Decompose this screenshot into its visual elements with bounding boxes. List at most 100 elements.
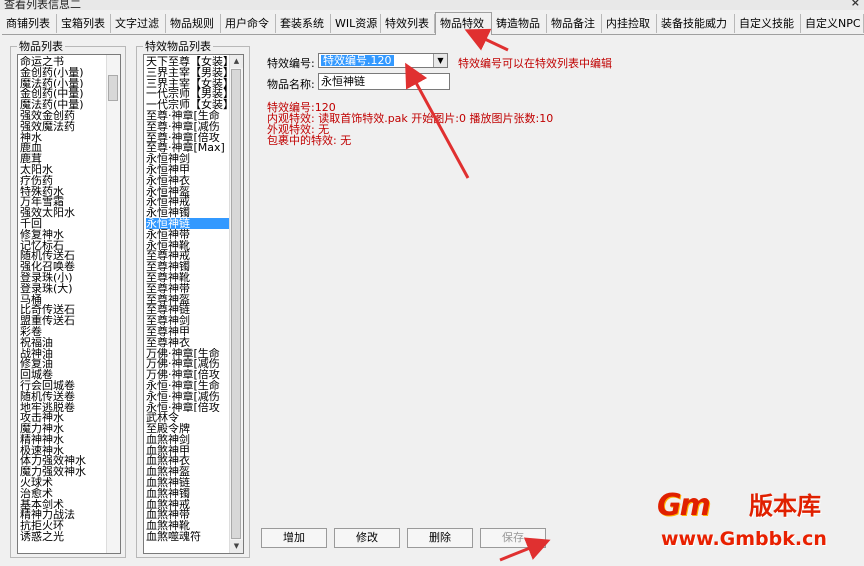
- list-item[interactable]: 永恒神带: [146, 229, 229, 240]
- list-item[interactable]: 血煞神戒: [146, 499, 229, 510]
- list-item[interactable]: 三界主宰【女装】: [146, 78, 229, 89]
- list-item[interactable]: 行会回城卷: [20, 380, 106, 391]
- list-item[interactable]: 武林令: [146, 412, 229, 423]
- tab-shop-list[interactable]: 商铺列表: [2, 14, 57, 33]
- item-list-scroll-thumb[interactable]: [108, 75, 118, 101]
- list-item[interactable]: 至尊神戒: [146, 250, 229, 261]
- effect-no-combobox[interactable]: 特效编号.120 ▼: [318, 53, 448, 68]
- tab-text-filter[interactable]: 文字过滤: [111, 14, 166, 33]
- list-item[interactable]: 记忆标石: [20, 240, 106, 251]
- chevron-down-icon[interactable]: ▼: [433, 54, 447, 67]
- list-item[interactable]: 万佛·神章[生命: [146, 348, 229, 359]
- item-listbox[interactable]: 命运之书 金创药(小量) 魔法药(小量) 金创药(中量) 魔法药(中量) 强效金创药 强效魔…: [17, 54, 121, 554]
- list-item[interactable]: 万佛·神章[减伤: [146, 358, 229, 369]
- tab-item-notes[interactable]: 物品备注: [547, 14, 602, 33]
- list-item[interactable]: 鹿血: [20, 142, 106, 153]
- list-item[interactable]: 疗伤药: [20, 175, 106, 186]
- effect-listbox[interactable]: 天下至尊【女装】 三界主宰【男装】 三界主宰【女装】 一代宗师【男装】 一代宗师【女装】…: [143, 54, 244, 554]
- tab-suit-system[interactable]: 套装系统: [276, 14, 331, 33]
- list-item[interactable]: 永恒·神章[生命: [146, 380, 229, 391]
- list-item[interactable]: 永恒神链: [146, 217, 229, 229]
- delete-button[interactable]: 删除: [407, 528, 473, 548]
- list-item[interactable]: 地牢逃脱卷: [20, 402, 106, 413]
- list-item[interactable]: 登录珠(小): [20, 272, 106, 283]
- list-item[interactable]: 体力强效神水: [20, 455, 106, 467]
- list-item[interactable]: 永恒神甲: [146, 164, 229, 175]
- save-button[interactable]: 保存: [480, 528, 546, 548]
- list-item[interactable]: 火球术: [20, 477, 106, 488]
- list-item[interactable]: 至尊神链: [146, 304, 229, 315]
- list-item[interactable]: 至尊·神章[Max]: [146, 142, 229, 153]
- list-item[interactable]: 血煞神剑: [146, 434, 229, 445]
- list-item[interactable]: 永恒神靴: [146, 240, 229, 251]
- modify-button[interactable]: 修改: [334, 528, 400, 548]
- list-item[interactable]: 血煞神链: [146, 477, 229, 488]
- list-item[interactable]: 至尊神衣: [146, 337, 229, 348]
- list-item[interactable]: 比奇传送石: [20, 304, 106, 315]
- list-item[interactable]: 永恒·神章[减伤: [146, 391, 229, 402]
- list-item[interactable]: 血煞神带: [146, 509, 229, 521]
- list-item[interactable]: 永恒神衣: [146, 175, 229, 186]
- list-item[interactable]: 登录珠(大): [20, 283, 106, 294]
- list-item[interactable]: 抗拒火环: [20, 520, 106, 531]
- list-item[interactable]: 随机传送卷: [20, 391, 106, 402]
- list-item[interactable]: 强效金创药: [20, 110, 106, 121]
- effect-list-scrollbar[interactable]: ▲ ▼: [229, 55, 243, 553]
- list-item[interactable]: 血煞神甲: [146, 445, 229, 456]
- list-item[interactable]: 至尊·神章[减伤: [146, 121, 229, 132]
- list-item[interactable]: 神水: [20, 132, 106, 143]
- list-item[interactable]: 至尊·神章[生命: [146, 110, 229, 121]
- list-item[interactable]: 马桶: [20, 294, 106, 305]
- list-item[interactable]: 彩卷: [20, 326, 106, 337]
- list-item[interactable]: 至殿令牌: [146, 423, 229, 434]
- list-item[interactable]: 命运之书: [20, 56, 106, 67]
- list-item[interactable]: 血煞神靴: [146, 520, 229, 531]
- list-item[interactable]: 永恒神镯: [146, 207, 229, 218]
- scroll-down-icon[interactable]: ▼: [230, 540, 243, 553]
- list-item[interactable]: 至尊神带: [146, 283, 229, 294]
- list-item[interactable]: 血煞神镯: [146, 488, 229, 499]
- tab-custom-npc[interactable]: 自定义NPC: [801, 14, 864, 33]
- tab-wil-resources[interactable]: WIL资源: [331, 14, 381, 33]
- list-item[interactable]: 一代宗师【女装】: [146, 99, 229, 110]
- list-item[interactable]: 祝福油: [20, 337, 106, 348]
- item-list-scrollbar[interactable]: [106, 55, 120, 553]
- list-item[interactable]: 血煞神衣: [146, 455, 229, 467]
- list-item[interactable]: 金创药(小量): [20, 67, 106, 78]
- list-item[interactable]: 强化召唤卷: [20, 261, 106, 272]
- list-item[interactable]: 万年雪霜: [20, 196, 106, 207]
- list-item[interactable]: 强效太阳水: [20, 207, 106, 218]
- list-item[interactable]: 血煞噬魂符: [146, 531, 229, 542]
- list-item[interactable]: 治愈术: [20, 488, 106, 499]
- list-item[interactable]: 永恒·神章[倍攻: [146, 402, 229, 413]
- list-item[interactable]: 血煞神盔: [146, 466, 229, 477]
- list-item[interactable]: 至尊·神章[倍攻: [146, 132, 229, 143]
- list-item[interactable]: 随机传送石: [20, 250, 106, 261]
- item-name-input[interactable]: 永恒神链: [318, 73, 450, 90]
- tab-custom-skills[interactable]: 自定义技能: [735, 14, 801, 33]
- list-item[interactable]: 鹿茸: [20, 153, 106, 164]
- list-item[interactable]: 永恒神戒: [146, 196, 229, 207]
- scroll-up-icon[interactable]: ▲: [230, 55, 243, 68]
- list-item[interactable]: 永恒神盔: [146, 186, 229, 197]
- list-item[interactable]: 一代宗师【男装】: [146, 88, 229, 99]
- list-item[interactable]: 攻击神水: [20, 412, 106, 423]
- list-item[interactable]: 至尊神镯: [146, 261, 229, 272]
- tab-user-commands[interactable]: 用户命令: [221, 14, 276, 33]
- list-item[interactable]: 修复神水: [20, 229, 106, 240]
- list-item[interactable]: 盟重传送石: [20, 315, 106, 326]
- list-item[interactable]: 极速神水: [20, 445, 106, 456]
- list-item[interactable]: 魔法药(中量): [20, 99, 106, 110]
- list-item[interactable]: 修复油: [20, 358, 106, 369]
- list-item[interactable]: 精神神水: [20, 434, 106, 445]
- list-item[interactable]: 魔力强效神水: [20, 466, 106, 477]
- list-item[interactable]: 天下至尊【女装】: [146, 56, 229, 67]
- list-item[interactable]: 诱惑之光: [20, 531, 106, 542]
- tab-auto-pickup[interactable]: 内挂捡取: [602, 14, 657, 33]
- tab-box-list[interactable]: 宝箱列表: [57, 14, 111, 33]
- tab-forge-items[interactable]: 铸造物品: [492, 14, 547, 33]
- add-button[interactable]: 增加: [261, 528, 327, 548]
- list-item[interactable]: 强效魔法药: [20, 121, 106, 132]
- tab-equip-skill-power[interactable]: 装备技能威力: [657, 14, 735, 33]
- list-item[interactable]: 至尊神盔: [146, 294, 229, 305]
